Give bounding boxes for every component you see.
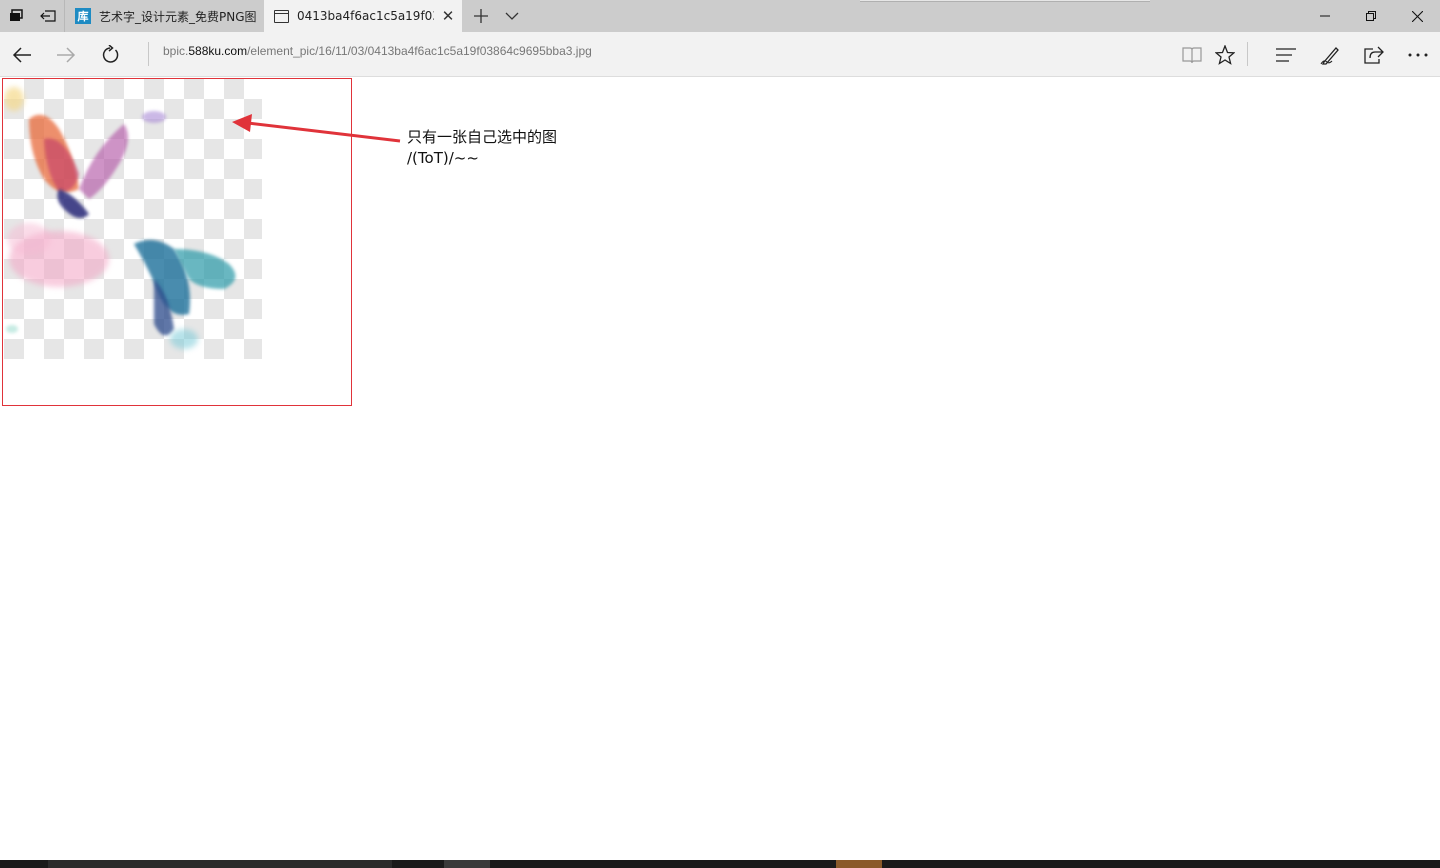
tab-manager-icon[interactable] [0,0,32,32]
refresh-button[interactable] [88,32,132,77]
url-prefix: bpic. [163,44,189,58]
address-bar[interactable]: bpic.588ku.com/element_pic/16/11/03/0413… [163,44,592,58]
share-icon[interactable] [1352,32,1396,77]
taskbar-app-button[interactable] [444,860,490,868]
taskbar-app-button[interactable] [836,860,882,868]
new-tab-button[interactable] [466,0,496,32]
url-path: /element_pic/16/11/03/0413ba4f6ac1c5a19f… [247,44,592,58]
hub-icon[interactable] [1264,32,1308,77]
butterfly-watercolor-image[interactable] [4,79,264,359]
tab-bar: 库 艺术字_设计元素_免费PNG图 0413ba4f6ac1c5a19f0386… [0,0,1440,32]
minimize-button[interactable] [1302,0,1348,32]
taskbar [0,860,1440,868]
taskbar-search-box[interactable] [48,860,392,868]
annotation-line-1: 只有一张自己选中的图 [407,128,558,146]
tab-inactive[interactable]: 库 艺术字_设计元素_免费PNG图 [64,0,264,32]
back-button[interactable] [0,32,44,77]
annotation-text: 只有一张自己选中的图 /(ToT)/~~ [407,127,557,169]
restore-button[interactable] [1348,0,1394,32]
window-drag-region[interactable] [860,0,1150,2]
tab-active[interactable]: 0413ba4f6ac1c5a19f03864c9695bba3.jpg ✕ [264,0,462,32]
toolbar-separator [1247,42,1248,66]
address-separator [148,42,149,66]
web-note-pen-icon[interactable] [1308,32,1352,77]
more-options-icon[interactable] [1396,32,1440,77]
forward-button[interactable] [44,32,88,77]
site-favicon-icon: 库 [75,8,91,24]
image-highlight-frame [2,78,352,406]
annotation-line-2: /(ToT)/~~ [407,149,479,167]
url-domain: 588ku.com [188,44,248,58]
tab-preview-chevron-icon[interactable] [498,0,526,32]
close-tab-icon[interactable]: ✕ [434,7,462,25]
favorite-star-icon[interactable] [1203,32,1247,77]
set-aside-tabs-icon[interactable] [32,0,64,32]
tab-title: 艺术字_设计元素_免费PNG图 [99,9,257,24]
navigation-bar: bpic.588ku.com/element_pic/16/11/03/0413… [0,32,1440,77]
page-icon [274,9,289,23]
close-window-button[interactable] [1394,0,1440,32]
tab-title-active: 0413ba4f6ac1c5a19f03864c9695bba3.jpg [297,9,434,23]
